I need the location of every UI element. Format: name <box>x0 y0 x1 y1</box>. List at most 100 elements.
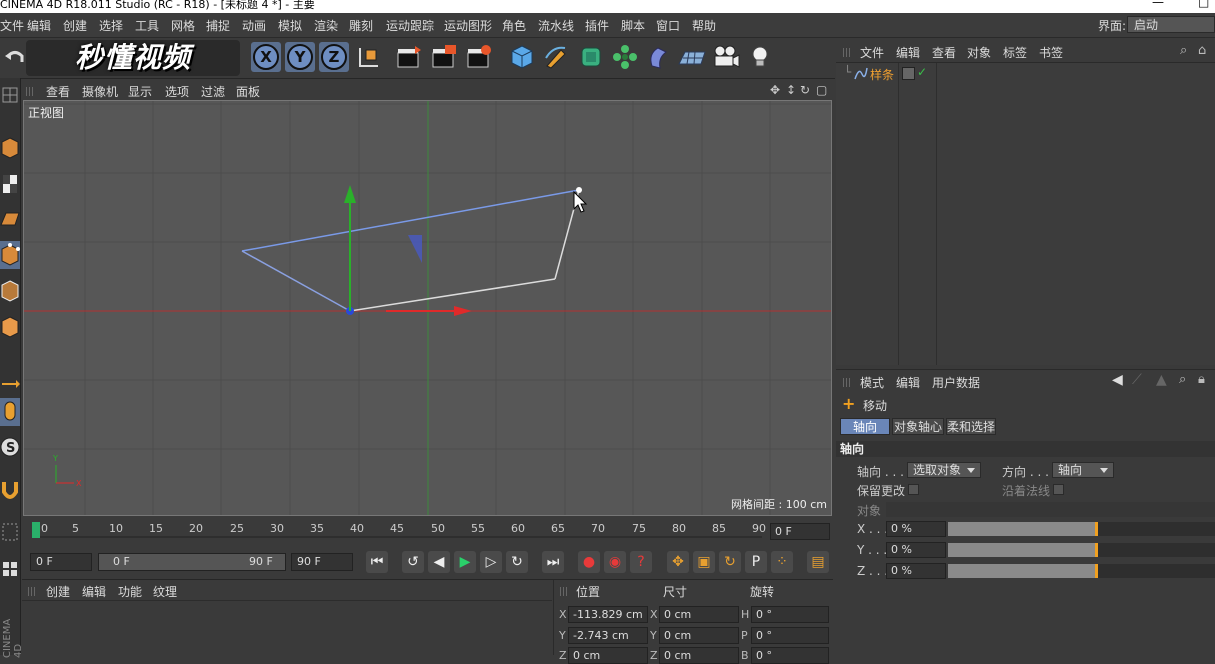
keep-changes-checkbox[interactable] <box>908 484 919 495</box>
object-menu-view[interactable]: 查看 <box>932 44 956 61</box>
render-picture-viewer-button[interactable] <box>429 42 459 72</box>
record-point-level-icon[interactable]: ⁘ <box>771 551 793 573</box>
viewport-menu-panel[interactable]: 面板 <box>236 83 260 100</box>
start-frame-field[interactable]: 0 F <box>30 553 92 571</box>
size-y-field[interactable]: 0 cm <box>659 627 739 644</box>
timeline-ruler[interactable]: 0 5 10 15 20 25 30 35 40 45 50 55 60 65 … <box>22 517 833 543</box>
menu-plugins[interactable]: 插件 <box>585 17 609 34</box>
slider-y-bar[interactable] <box>948 543 1215 557</box>
record-rotation-icon[interactable]: ↻ <box>719 551 741 573</box>
search-icon[interactable]: ⌕ <box>1180 43 1187 58</box>
workplane-icon[interactable] <box>0 205 20 233</box>
lock-icon[interactable]: 🔒︎ <box>1198 372 1205 387</box>
current-frame-field[interactable]: 0 F <box>770 523 830 540</box>
pos-y-field[interactable]: -2.743 cm <box>568 627 648 644</box>
quantize-icon[interactable] <box>0 556 20 584</box>
move-gizmo[interactable] <box>344 185 472 316</box>
light-button[interactable] <box>745 42 775 72</box>
menu-select[interactable]: 选择 <box>99 17 123 34</box>
render-view-button[interactable] <box>394 42 424 72</box>
lock-workplane-icon[interactable] <box>0 518 20 546</box>
viewport-menu-filter[interactable]: 过滤 <box>201 83 225 100</box>
render-settings-button[interactable] <box>464 42 494 72</box>
rot-b-field[interactable]: 0 ° <box>751 647 829 664</box>
x-axis-lock-button[interactable]: X <box>251 42 281 72</box>
next-key-icon[interactable]: ↻ <box>506 551 528 573</box>
cube-button[interactable] <box>507 42 537 72</box>
points-mode-icon[interactable] <box>0 241 20 269</box>
edges-mode-icon[interactable] <box>0 277 20 305</box>
viewport-menu-cameras[interactable]: 摄像机 <box>82 83 118 100</box>
slider-z-field[interactable]: 0 % <box>886 563 946 579</box>
material-menu-function[interactable]: 功能 <box>118 583 142 600</box>
menu-create[interactable]: 创建 <box>63 17 87 34</box>
pen-spline-button[interactable] <box>541 42 571 72</box>
menu-character[interactable]: 角色 <box>502 17 526 34</box>
model-mode-icon[interactable] <box>0 134 20 162</box>
menu-motion-tracking[interactable]: 运动跟踪 <box>386 17 434 34</box>
floor-button[interactable] <box>677 42 707 72</box>
rot-h-field[interactable]: 0 ° <box>751 606 829 623</box>
attr-menu-mode[interactable]: 模式 <box>860 374 884 391</box>
menu-tools[interactable]: 工具 <box>135 17 159 34</box>
axis-mode-icon[interactable] <box>0 370 20 398</box>
minimize-button[interactable]: — <box>1152 0 1164 8</box>
previous-frame-icon[interactable]: ◀ <box>428 551 450 573</box>
menu-help[interactable]: 帮助 <box>692 17 716 34</box>
up-arrow-icon[interactable]: ▲ <box>1156 372 1167 388</box>
front-viewport[interactable]: Y X 正视图 网格间距 : 100 cm <box>23 100 832 516</box>
pos-x-field[interactable]: -113.829 cm <box>568 606 648 623</box>
play-icon[interactable]: ▶ <box>454 551 476 573</box>
viewport-rotate-icon[interactable]: ↻ <box>800 83 810 97</box>
maximize-button[interactable]: □ <box>1198 0 1209 8</box>
menu-file[interactable]: 文件 <box>0 17 24 34</box>
record-position-icon[interactable]: ✥ <box>667 551 689 573</box>
material-menu-texture[interactable]: 纹理 <box>153 583 177 600</box>
viewport-menu-view[interactable]: 查看 <box>46 83 70 100</box>
direction-dropdown[interactable]: 轴向 <box>1052 462 1114 478</box>
object-menu-tags[interactable]: 标签 <box>1003 44 1027 61</box>
subdivision-surface-button[interactable] <box>576 42 606 72</box>
viewport-maximize-icon[interactable]: ▢ <box>816 83 827 97</box>
menu-mograph[interactable]: 运动图形 <box>444 17 492 34</box>
attr-menu-edit[interactable]: 编辑 <box>896 374 920 391</box>
search-icon[interactable]: ⌕ <box>1179 372 1186 387</box>
object-menu-file[interactable]: 文件 <box>860 44 884 61</box>
viewport-move-icon[interactable]: ✥ <box>770 83 780 97</box>
menu-window[interactable]: 窗口 <box>656 17 680 34</box>
spline-point[interactable] <box>576 187 582 193</box>
record-key-icon[interactable]: ● <box>578 551 600 573</box>
back-arrow-icon[interactable]: ◀ <box>1112 372 1123 388</box>
object-row[interactable]: └ 样条 ✓ <box>836 65 1215 83</box>
material-manager-area[interactable] <box>22 601 552 655</box>
go-to-start-icon[interactable]: ⏮ <box>366 551 388 573</box>
menu-edit[interactable]: 编辑 <box>27 17 51 34</box>
slider-x-field[interactable]: 0 % <box>886 521 946 537</box>
magnet-icon[interactable] <box>0 476 20 504</box>
texture-mode-icon[interactable] <box>0 170 20 198</box>
camera-button[interactable] <box>711 42 741 72</box>
axis-dropdown[interactable]: 选取对象 <box>907 462 981 478</box>
pos-z-field[interactable]: 0 cm <box>568 647 648 664</box>
polygons-mode-icon[interactable] <box>0 313 20 341</box>
along-normals-checkbox[interactable] <box>1053 484 1064 495</box>
tab-axis[interactable]: 轴向 <box>840 418 890 435</box>
menu-render[interactable]: 渲染 <box>314 17 338 34</box>
end-frame-field[interactable]: 90 F <box>291 553 353 571</box>
object-menu-bookmarks[interactable]: 书签 <box>1039 44 1063 61</box>
record-scale-icon[interactable]: ▣ <box>693 551 715 573</box>
object-menu-edit[interactable]: 编辑 <box>896 44 920 61</box>
slider-x-bar[interactable] <box>948 522 1215 536</box>
keyframe-selection-icon[interactable]: ? <box>630 551 652 573</box>
menu-mesh[interactable]: 网格 <box>171 17 195 34</box>
home-icon[interactable]: ⌂ <box>1198 43 1206 58</box>
material-menu-create[interactable]: 创建 <box>46 583 70 600</box>
object-menu-objects[interactable]: 对象 <box>967 44 991 61</box>
object-manager-list[interactable]: └ 样条 ✓ <box>836 63 1215 365</box>
enabled-check-icon[interactable]: ✓ <box>917 65 927 79</box>
visibility-toggle-icon[interactable] <box>902 67 915 80</box>
timeline-window-icon[interactable]: ▤ <box>807 551 829 573</box>
spline-object[interactable] <box>241 189 580 312</box>
menu-simulate[interactable]: 模拟 <box>278 17 302 34</box>
forward-arrow-icon[interactable]: ⟋ <box>1132 372 1142 388</box>
